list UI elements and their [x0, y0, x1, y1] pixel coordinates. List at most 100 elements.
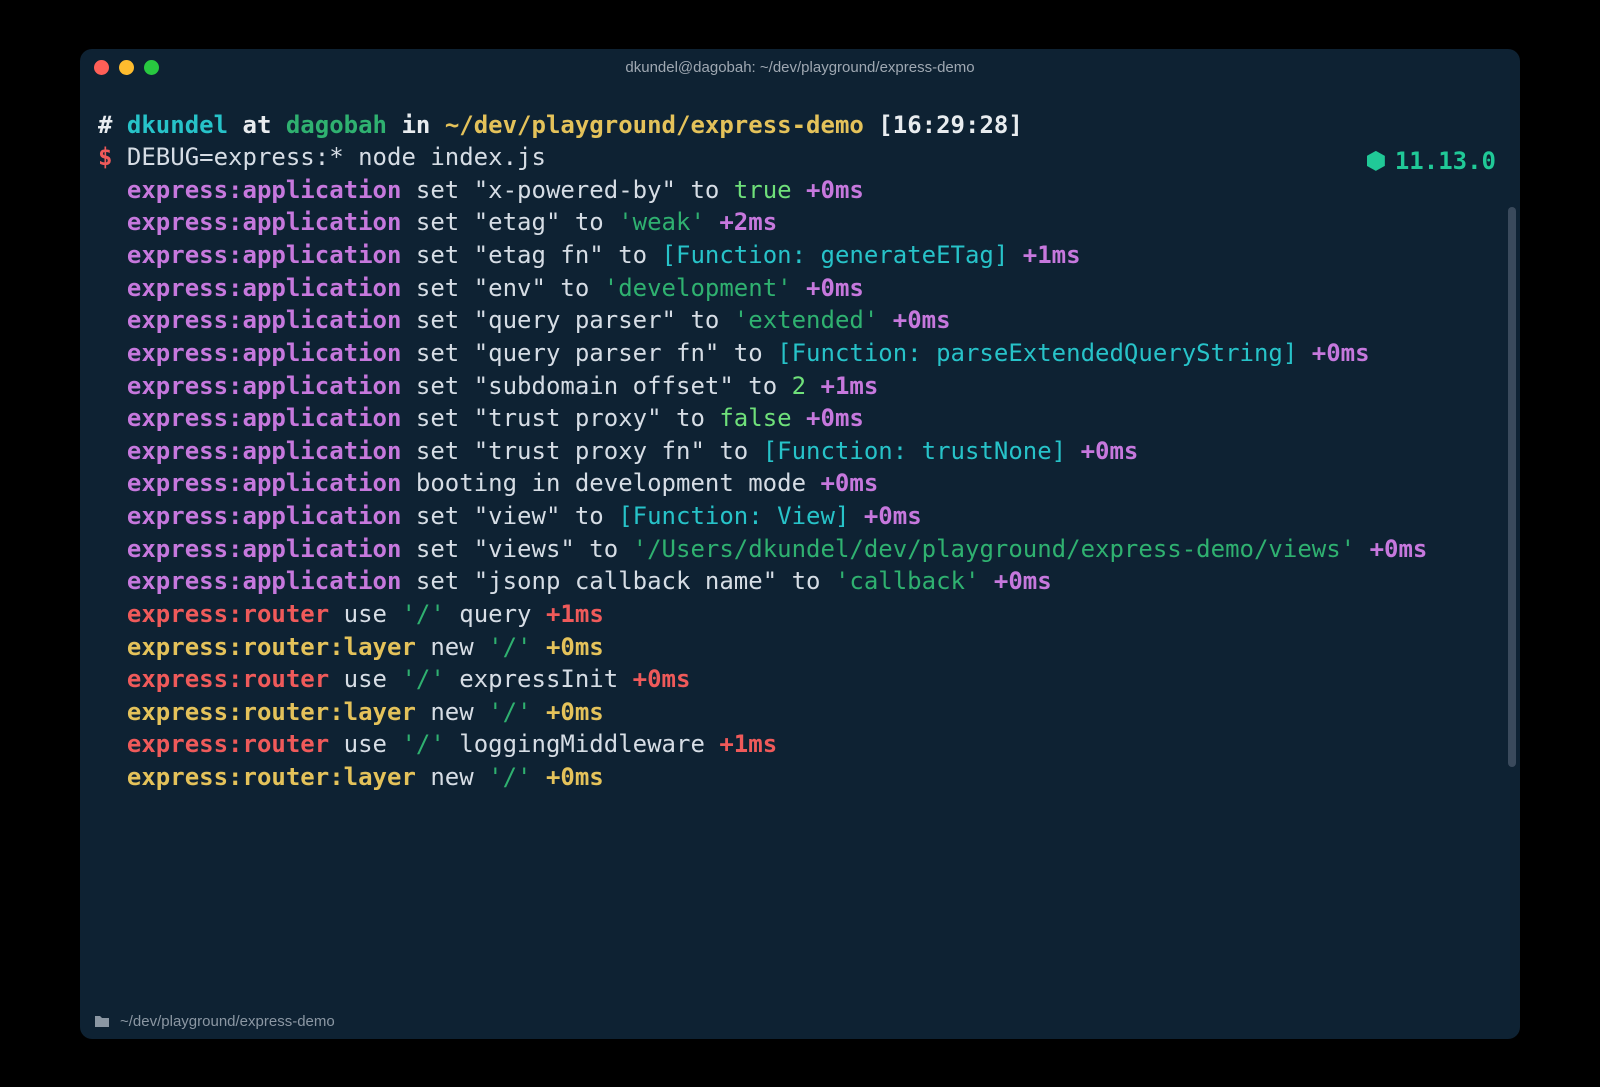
- prompt-time: [16:29:28]: [864, 111, 1023, 139]
- log-segment: [1066, 437, 1080, 465]
- log-segment: false: [719, 404, 791, 432]
- log-segment: +0ms: [893, 306, 951, 334]
- log-namespace: express:application: [127, 469, 402, 497]
- log-segment: '/': [401, 665, 444, 693]
- log-segment: to: [676, 306, 734, 334]
- log-segment: [705, 208, 719, 236]
- log-segment: to: [604, 241, 662, 269]
- log-segment: use: [329, 665, 401, 693]
- log-segment: +0ms: [864, 502, 922, 530]
- titlebar: dkundel@dagobah: ~/dev/playground/expres…: [80, 49, 1520, 87]
- log-segment: set: [401, 404, 473, 432]
- log-namespace: express:router:layer: [127, 633, 416, 661]
- log-segment: [532, 633, 546, 661]
- log-segment: +0ms: [806, 274, 864, 302]
- log-segment: set: [401, 176, 473, 204]
- log-segment: set: [401, 567, 473, 595]
- prompt-hash: #: [98, 111, 112, 139]
- prompt-dollar: $: [98, 143, 112, 171]
- log-namespace: express:router:layer: [127, 763, 416, 791]
- log-segment: +0ms: [994, 567, 1052, 595]
- log-segment: to: [662, 404, 720, 432]
- log-segment: [878, 306, 892, 334]
- prompt-user: dkundel: [127, 111, 228, 139]
- log-segment: +0ms: [546, 763, 604, 791]
- log-segment: "trust proxy": [474, 404, 662, 432]
- log-segment: "jsonp callback name": [474, 567, 777, 595]
- log-namespace: express:application: [127, 372, 402, 400]
- hexagon-icon: [1367, 151, 1385, 171]
- log-segment: to: [546, 274, 604, 302]
- log-segment: [792, 176, 806, 204]
- log-namespace: express:application: [127, 404, 402, 432]
- log-segment: "x-powered-by": [474, 176, 676, 204]
- minimize-icon[interactable]: [119, 60, 134, 75]
- log-segment: set: [401, 208, 473, 236]
- scrollbar[interactable]: [1508, 207, 1516, 767]
- log-segment: to: [575, 535, 633, 563]
- log-segment: to: [705, 437, 763, 465]
- log-namespace: express:router:layer: [127, 698, 416, 726]
- log-lines: express:application set "x-powered-by" t…: [98, 176, 1427, 791]
- folder-icon: [94, 1015, 110, 1028]
- log-segment: +2ms: [719, 208, 777, 236]
- log-segment: "etag": [474, 208, 561, 236]
- terminal-output[interactable]: # dkundel at dagobah in ~/dev/playground…: [80, 87, 1520, 1005]
- close-icon[interactable]: [94, 60, 109, 75]
- log-segment: "trust proxy fn": [474, 437, 705, 465]
- log-segment: loggingMiddleware: [445, 730, 720, 758]
- log-segment: +0ms: [806, 176, 864, 204]
- prompt-host: dagobah: [286, 111, 387, 139]
- log-segment: '/': [488, 763, 531, 791]
- log-segment: +0ms: [633, 665, 691, 693]
- log-namespace: express:router: [127, 600, 329, 628]
- log-segment: expressInit: [445, 665, 633, 693]
- log-segment: [Function: generateETag]: [662, 241, 1009, 269]
- log-segment: to: [734, 372, 792, 400]
- log-namespace: express:application: [127, 339, 402, 367]
- log-segment: [979, 567, 993, 595]
- log-segment: [532, 698, 546, 726]
- log-namespace: express:application: [127, 567, 402, 595]
- log-segment: set: [401, 372, 473, 400]
- log-segment: '/': [488, 698, 531, 726]
- log-segment: [Function: parseExtendedQueryString]: [777, 339, 1297, 367]
- log-segment: to: [560, 208, 618, 236]
- log-segment: +1ms: [1023, 241, 1081, 269]
- log-segment: "query parser fn": [474, 339, 720, 367]
- log-segment: to: [777, 567, 835, 595]
- log-segment: +1ms: [821, 372, 879, 400]
- log-segment: new: [416, 633, 488, 661]
- log-segment: [1008, 241, 1022, 269]
- command-text: DEBUG=express:* node index.js: [112, 143, 545, 171]
- log-segment: to: [560, 502, 618, 530]
- log-segment: [792, 274, 806, 302]
- statusbar-path: ~/dev/playground/express-demo: [120, 1013, 335, 1030]
- log-namespace: express:application: [127, 176, 402, 204]
- log-segment: '/Users/dkundel/dev/playground/express-d…: [633, 535, 1355, 563]
- statusbar: ~/dev/playground/express-demo: [80, 1005, 1520, 1039]
- log-segment: +0ms: [806, 404, 864, 432]
- log-namespace: express:router: [127, 730, 329, 758]
- terminal-window: dkundel@dagobah: ~/dev/playground/expres…: [80, 49, 1520, 1039]
- log-segment: true: [734, 176, 792, 204]
- log-namespace: express:router: [127, 665, 329, 693]
- log-segment: set: [401, 502, 473, 530]
- zoom-icon[interactable]: [144, 60, 159, 75]
- log-segment: set: [401, 339, 473, 367]
- log-segment: use: [329, 730, 401, 758]
- log-segment: +0ms: [1081, 437, 1139, 465]
- log-segment: "env": [474, 274, 546, 302]
- log-namespace: express:application: [127, 274, 402, 302]
- log-segment: "etag fn": [474, 241, 604, 269]
- log-segment: 'weak': [618, 208, 705, 236]
- log-segment: [806, 372, 820, 400]
- log-segment: +0ms: [546, 698, 604, 726]
- log-segment: "subdomain offset": [474, 372, 734, 400]
- log-segment: [Function: View]: [618, 502, 849, 530]
- traffic-lights: [94, 60, 159, 75]
- log-segment: +1ms: [546, 600, 604, 628]
- log-namespace: express:application: [127, 241, 402, 269]
- log-segment: set: [401, 437, 473, 465]
- log-segment: use: [329, 600, 401, 628]
